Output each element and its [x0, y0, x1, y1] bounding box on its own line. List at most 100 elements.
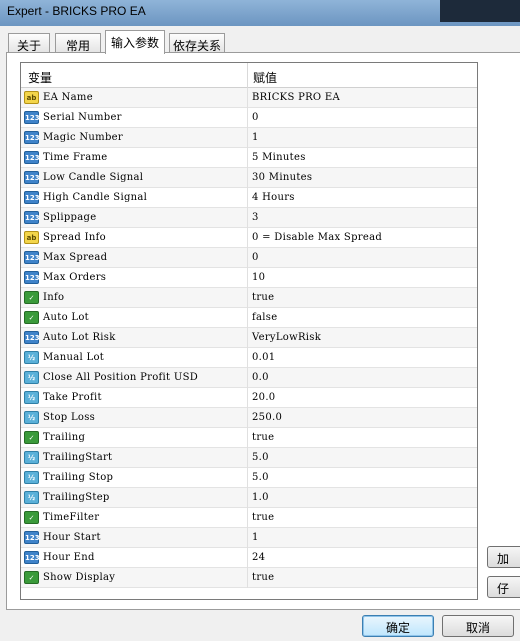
table-row[interactable]: ab Spread Info 0 = Disable Max Spread: [21, 228, 477, 248]
table-row[interactable]: ab EA Name BRICKS PRO EA: [21, 88, 477, 108]
cell-divider: [247, 368, 248, 388]
boolean-type-icon: ✓: [24, 291, 39, 304]
parameter-value[interactable]: true: [252, 432, 274, 443]
parameter-value[interactable]: 10: [252, 272, 265, 283]
parameter-name: Close All Position Profit USD: [43, 372, 199, 383]
table-row[interactable]: 123 High Candle Signal 4 Hours: [21, 188, 477, 208]
table-row[interactable]: ½ Manual Lot 0.01: [21, 348, 477, 368]
table-row[interactable]: ½ Take Profit 20.0: [21, 388, 477, 408]
parameter-name: Show Display: [43, 572, 116, 583]
cell-divider: [247, 348, 248, 368]
cell-divider: [247, 228, 248, 248]
parameter-value[interactable]: 20.0: [252, 392, 275, 403]
parameter-value[interactable]: true: [252, 292, 274, 303]
cell-divider: [247, 508, 248, 528]
parameter-value[interactable]: VeryLowRisk: [252, 332, 321, 343]
parameter-value[interactable]: 1: [252, 132, 259, 143]
table-row[interactable]: 123 Serial Number 0: [21, 108, 477, 128]
cell-divider: [247, 148, 248, 168]
table-row[interactable]: 123 Magic Number 1: [21, 128, 477, 148]
table-row[interactable]: 123 Max Orders 10: [21, 268, 477, 288]
save-button[interactable]: 仔: [487, 576, 520, 598]
parameter-value[interactable]: BRICKS PRO EA: [252, 92, 340, 103]
parameters-grid[interactable]: 变量 赋值 ab EA Name BRICKS PRO EA 123 Serial Nu…: [20, 62, 478, 600]
double-type-icon: ½: [24, 411, 39, 424]
table-row[interactable]: ½ TrailingStep 1.0: [21, 488, 477, 508]
parameter-name: Trailing: [43, 432, 86, 443]
table-row[interactable]: 123 Max Spread 0: [21, 248, 477, 268]
table-row[interactable]: ½ Close All Position Profit USD 0.0: [21, 368, 477, 388]
parameter-name: Max Orders: [43, 272, 107, 283]
boolean-type-icon: ✓: [24, 431, 39, 444]
table-row[interactable]: ✓ TimeFilter true: [21, 508, 477, 528]
table-row[interactable]: 123 Auto Lot Risk VeryLowRisk: [21, 328, 477, 348]
table-row[interactable]: ✓ Info true: [21, 288, 477, 308]
parameter-value[interactable]: 3: [252, 212, 259, 223]
cell-divider: [247, 128, 248, 148]
parameter-name: TimeFilter: [43, 512, 100, 523]
cell-divider: [247, 188, 248, 208]
parameter-name: Serial Number: [43, 112, 122, 123]
table-row[interactable]: ½ Trailing Stop 5.0: [21, 468, 477, 488]
parameter-value[interactable]: 0 = Disable Max Spread: [252, 232, 382, 243]
parameter-value[interactable]: 1: [252, 532, 259, 543]
table-row[interactable]: ✓ Trailing true: [21, 428, 477, 448]
string-type-icon: ab: [24, 91, 39, 104]
table-row[interactable]: ½ TrailingStart 5.0: [21, 448, 477, 468]
column-header-variable[interactable]: 变量: [28, 69, 52, 86]
parameter-value[interactable]: 0.0: [252, 372, 269, 383]
parameter-value[interactable]: 5.0: [252, 472, 269, 483]
parameter-value[interactable]: 0.01: [252, 352, 275, 363]
parameter-value[interactable]: 0: [252, 112, 259, 123]
cell-divider: [247, 408, 248, 428]
parameter-value[interactable]: 1.0: [252, 492, 269, 503]
parameter-value[interactable]: 0: [252, 252, 259, 263]
cell-divider: [247, 308, 248, 328]
table-row[interactable]: ✓ Show Display true: [21, 568, 477, 588]
grid-rows: ab EA Name BRICKS PRO EA 123 Serial Number 0 1…: [21, 88, 477, 588]
cell-divider: [247, 328, 248, 348]
cell-divider: [247, 388, 248, 408]
parameter-name: Time Frame: [43, 152, 108, 163]
table-row[interactable]: ✓ Auto Lot false: [21, 308, 477, 328]
parameter-name: Info: [43, 292, 65, 303]
parameter-name: Max Spread: [43, 252, 108, 263]
tab-common[interactable]: 常用: [55, 33, 101, 53]
table-row[interactable]: 123 Splippage 3: [21, 208, 477, 228]
parameter-value[interactable]: 4 Hours: [252, 192, 295, 203]
parameter-value[interactable]: 250.0: [252, 412, 282, 423]
parameter-name: Low Candle Signal: [43, 172, 144, 183]
parameter-name: Stop Loss: [43, 412, 96, 423]
parameter-name: Auto Lot: [43, 312, 89, 323]
cancel-button[interactable]: 取消: [442, 615, 514, 637]
cell-divider: [247, 548, 248, 568]
tab-about[interactable]: 关于: [8, 33, 50, 53]
parameter-name: Magic Number: [43, 132, 123, 143]
parameter-value[interactable]: 5.0: [252, 452, 269, 463]
parameter-value[interactable]: false: [252, 312, 277, 323]
column-divider[interactable]: [247, 63, 248, 88]
table-row[interactable]: 123 Hour End 24: [21, 548, 477, 568]
title-bar: Expert - BRICKS PRO EA: [0, 0, 520, 26]
integer-type-icon: 123: [24, 331, 40, 344]
load-button[interactable]: 加: [487, 546, 520, 568]
parameter-name: Auto Lot Risk: [43, 332, 116, 343]
parameter-value[interactable]: true: [252, 572, 274, 583]
parameter-name: EA Name: [43, 92, 93, 103]
column-header-value[interactable]: 赋值: [253, 69, 277, 86]
parameter-value[interactable]: 30 Minutes: [252, 172, 312, 183]
table-row[interactable]: ½ Stop Loss 250.0: [21, 408, 477, 428]
tab-dependencies[interactable]: 依存关系: [169, 33, 225, 53]
parameter-value[interactable]: 5 Minutes: [252, 152, 306, 163]
parameter-name: High Candle Signal: [43, 192, 148, 203]
parameter-name: Splippage: [43, 212, 97, 223]
table-row[interactable]: 123 Time Frame 5 Minutes: [21, 148, 477, 168]
parameter-value[interactable]: true: [252, 512, 274, 523]
table-row[interactable]: 123 Hour Start 1: [21, 528, 477, 548]
ok-button[interactable]: 确定: [362, 615, 434, 637]
tab-inputs[interactable]: 输入参数: [105, 30, 165, 54]
parameter-value[interactable]: 24: [252, 552, 265, 563]
integer-type-icon: 123: [24, 271, 40, 284]
double-type-icon: ½: [24, 391, 39, 404]
table-row[interactable]: 123 Low Candle Signal 30 Minutes: [21, 168, 477, 188]
